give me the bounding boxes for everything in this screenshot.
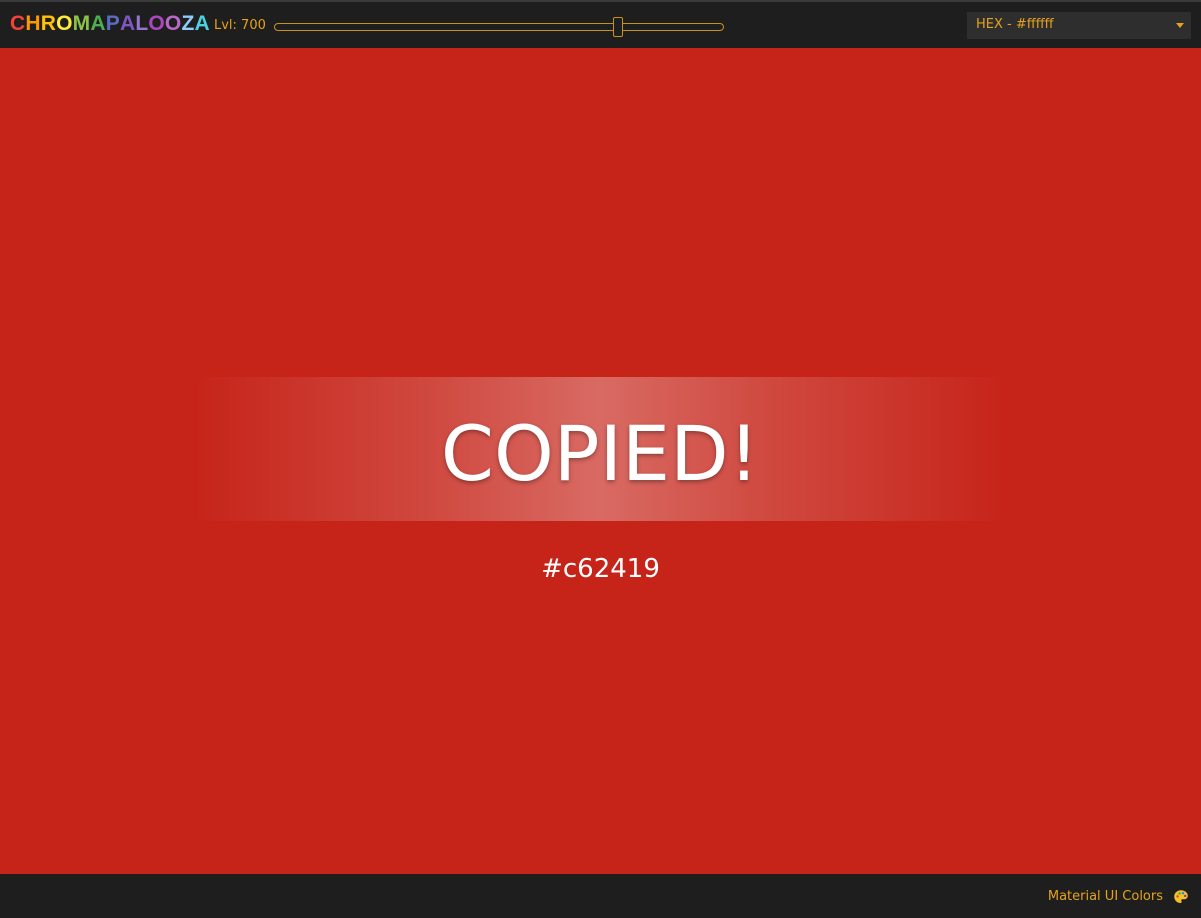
copied-message: COPIED! — [440, 409, 760, 498]
logo-letter: L — [135, 12, 149, 35]
logo-letter: O — [56, 12, 73, 35]
copied-banner: COPIED! — [195, 377, 1005, 521]
palette-icon[interactable] — [1173, 889, 1189, 905]
chevron-down-icon — [1176, 23, 1184, 28]
logo-letter: C — [10, 12, 26, 35]
level-slider-thumb[interactable] — [612, 17, 623, 37]
logo-letter: R — [40, 12, 57, 35]
logo-letter: O — [148, 12, 165, 35]
logo-letter: P — [105, 12, 120, 35]
app-logo: CHROMAPALOOZA — [10, 11, 210, 37]
color-format-select[interactable]: HEX - #ffffff — [967, 12, 1191, 39]
hex-value-readout: #c62419 — [541, 554, 660, 584]
logo-letter: A — [90, 12, 106, 35]
level-label: Lvl: 700 — [214, 18, 266, 33]
logo-letter: M — [72, 12, 91, 35]
color-swatch[interactable]: COPIED! #c62419 — [0, 48, 1201, 874]
logo-letter: A — [119, 12, 136, 35]
footer-bar: Material UI Colors — [0, 874, 1201, 918]
color-format-select-value: HEX - #ffffff — [976, 17, 1054, 32]
app-window: CHROMAPALOOZA Lvl: 700 HEX - #ffffff COP… — [0, 0, 1201, 918]
material-ui-colors-link[interactable]: Material UI Colors — [1048, 888, 1163, 906]
level-slider[interactable] — [274, 17, 724, 37]
logo-letter: H — [25, 12, 41, 35]
logo-letter: Z — [181, 12, 195, 35]
logo-letter: A — [194, 12, 210, 35]
logo-letter: O — [164, 12, 182, 35]
top-toolbar: CHROMAPALOOZA Lvl: 700 HEX - #ffffff — [0, 0, 1201, 48]
